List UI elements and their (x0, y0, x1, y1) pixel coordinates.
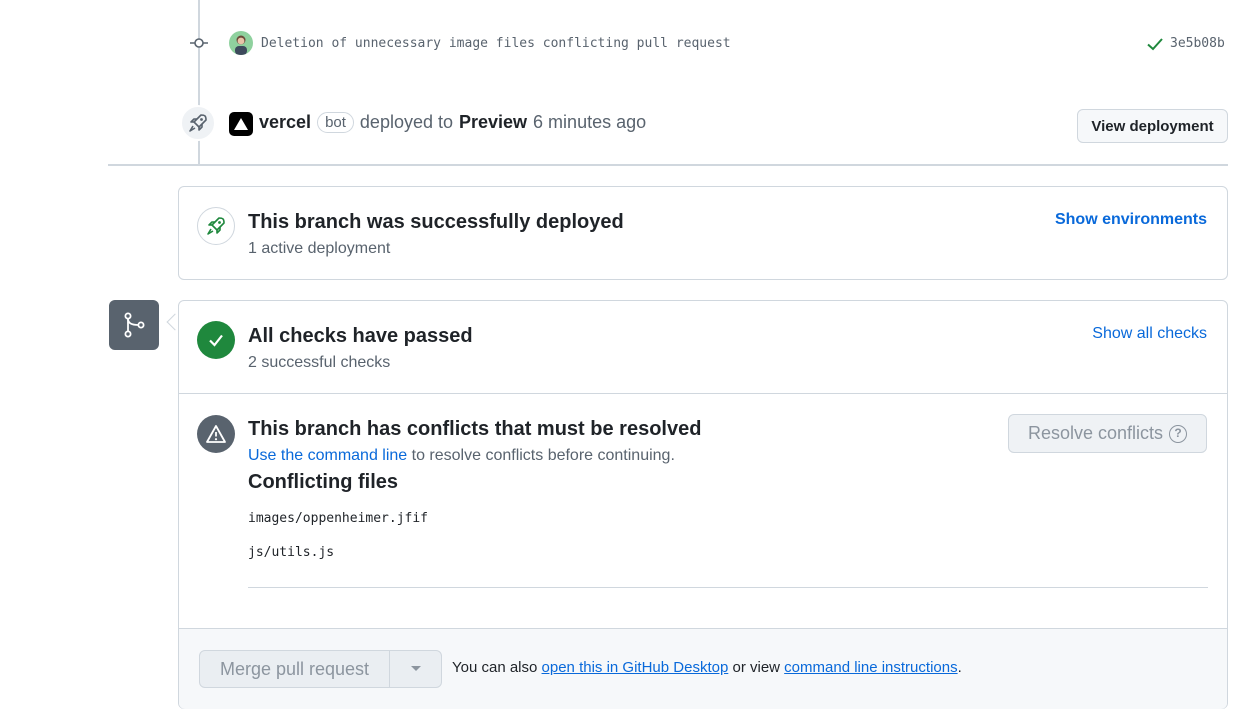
rocket-icon (197, 207, 235, 245)
view-deployment-button[interactable]: View deployment (1077, 109, 1228, 143)
footer-prefix: You can also (452, 659, 542, 676)
conflicts-divider (248, 587, 1208, 588)
footer-suffix: . (957, 659, 962, 676)
checks-section: All checks have passed 2 successful chec… (179, 301, 1227, 394)
command-line-instructions-link[interactable]: command line instructions (784, 659, 957, 676)
deploy-actor[interactable]: vercel (259, 112, 311, 133)
checks-subtitle: 2 successful checks (248, 354, 391, 371)
rocket-icon (180, 105, 216, 141)
git-merge-icon (109, 300, 159, 350)
checks-title: All checks have passed (248, 325, 473, 347)
deploy-action: deployed to (359, 112, 453, 132)
deployment-status-card: This branch was successfully deployed 1 … (178, 186, 1228, 280)
resolve-conflicts-label: Resolve conflicts (1027, 423, 1164, 443)
commit-author-avatar[interactable] (229, 31, 253, 55)
merge-button-group: Merge pull request (199, 650, 442, 688)
deploy-status-subtitle: 1 active deployment (248, 240, 391, 257)
deploy-environment: Preview (459, 112, 528, 132)
check-icon (197, 321, 235, 359)
merge-footer-text: You can also open this in GitHub Desktop… (452, 659, 962, 676)
footer-mid: or view (728, 659, 785, 676)
commit-message[interactable]: Deletion of unnecessary image files conf… (261, 36, 731, 51)
show-all-checks-link[interactable]: Show all checks (1092, 325, 1207, 343)
merge-box: All checks have passed 2 successful chec… (178, 300, 1228, 709)
conflicts-hint-text: to resolve conflicts before continuing. (407, 447, 675, 464)
deployment-event: vercel bot deployed to Preview 6 minutes… (259, 112, 646, 133)
check-icon[interactable] (1146, 36, 1164, 52)
conflicting-file: js/utils.js (248, 545, 335, 560)
bot-badge: bot (317, 112, 354, 133)
resolve-conflicts-button: Resolve conflicts ? (1008, 414, 1207, 453)
show-environments-link[interactable]: Show environments (1055, 211, 1207, 229)
timeline-divider (108, 164, 1228, 166)
conflicting-file: images/oppenheimer.jfif (248, 511, 429, 526)
vercel-logo-icon[interactable] (229, 112, 253, 136)
question-icon[interactable]: ? (1169, 424, 1188, 443)
open-github-desktop-link[interactable]: open this in GitHub Desktop (542, 659, 729, 676)
caret-down-icon (390, 651, 441, 687)
conflicts-hint: Use the command line to resolve conflict… (248, 447, 675, 465)
merge-footer: Merge pull request You can also open thi… (179, 628, 1227, 709)
conflicts-title: This branch has conflicts that must be r… (248, 418, 702, 440)
commit-sha[interactable]: 3e5b08b (1170, 36, 1225, 51)
alert-icon (197, 415, 235, 453)
command-line-link[interactable]: Use the command line (248, 447, 407, 464)
merge-pull-request-button: Merge pull request (200, 651, 390, 687)
deploy-time[interactable]: 6 minutes ago (533, 112, 646, 133)
deploy-status-title: This branch was successfully deployed (248, 211, 624, 233)
commit-icon (190, 38, 208, 48)
conflicting-files-heading: Conflicting files (248, 471, 398, 493)
